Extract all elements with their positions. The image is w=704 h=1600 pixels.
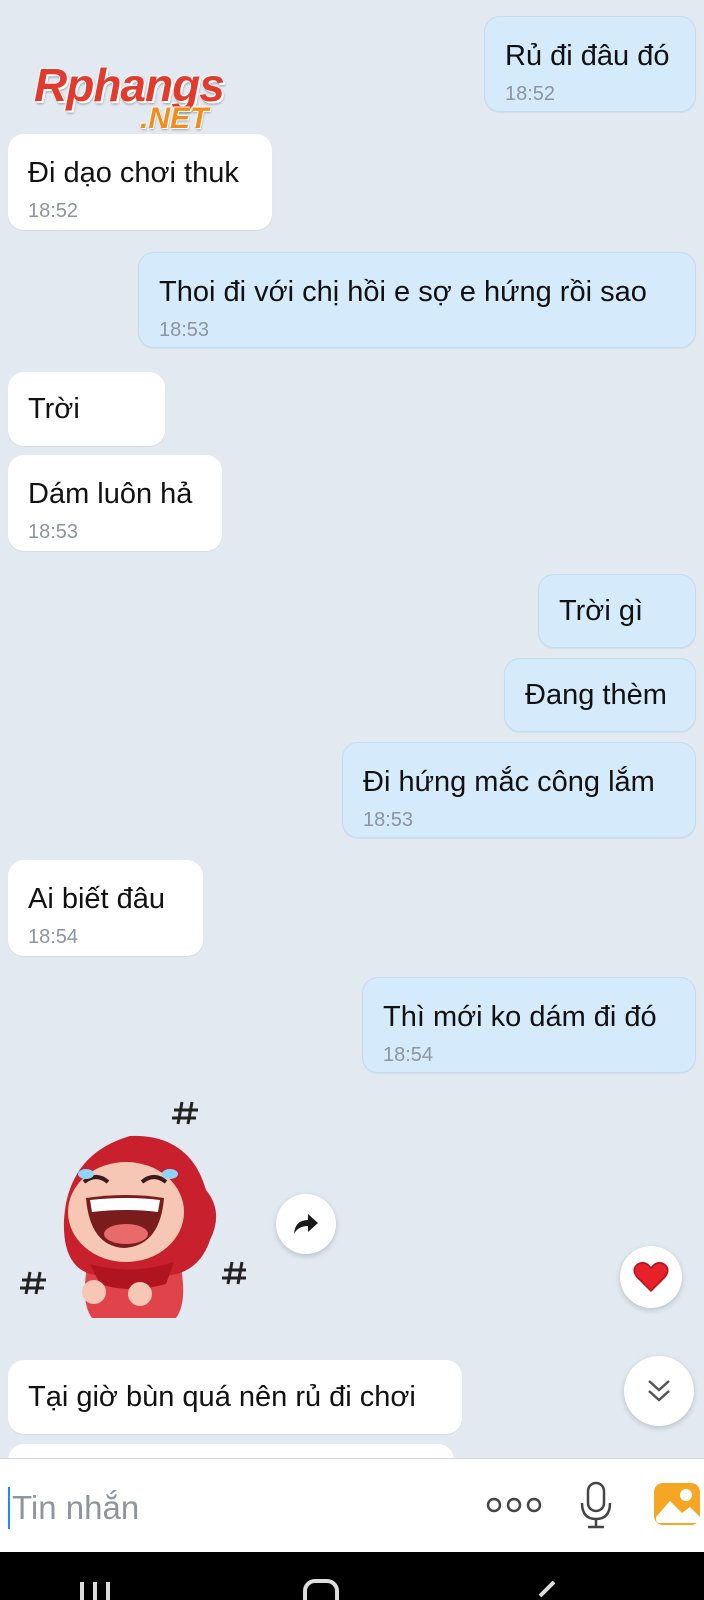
- back-chevron-icon: [538, 1580, 556, 1598]
- message-time: 18:54: [383, 1044, 434, 1066]
- more-dots-icon: [486, 1497, 542, 1513]
- forward-share-button[interactable]: [276, 1194, 336, 1254]
- message-text: Rủ đi đâu đó: [505, 40, 670, 72]
- logo-suffix-text: .NET: [140, 102, 209, 135]
- laughing-sticker[interactable]: [10, 1080, 250, 1320]
- message-text: Đang thèm: [525, 679, 667, 711]
- image-gallery-icon: [654, 1483, 700, 1525]
- forward-arrow-icon: [294, 1214, 318, 1234]
- message-time: 18:54: [28, 926, 79, 948]
- message-text: Đi dạo chơi thuk: [28, 157, 239, 189]
- message-text: Trời gì: [559, 595, 643, 627]
- message-text: Tại giờ bùn quá nên rủ đi chơi: [28, 1381, 416, 1413]
- message-bubble-sent[interactable]: Đang thèm: [504, 658, 696, 732]
- message-time: 18:52: [28, 200, 79, 222]
- message-bubble-sent[interactable]: Đi hứng mắc công lắm 18:53: [342, 742, 696, 838]
- home-icon: [303, 1579, 339, 1600]
- scroll-to-bottom-button[interactable]: [624, 1356, 694, 1426]
- home-button[interactable]: [302, 1578, 340, 1600]
- back-button[interactable]: [532, 1578, 562, 1600]
- more-options-button[interactable]: [486, 1493, 542, 1517]
- message-time: 18:53: [28, 521, 79, 543]
- message-time: 18:53: [159, 319, 210, 341]
- text-cursor: [8, 1487, 10, 1529]
- voice-record-button[interactable]: [576, 1481, 616, 1531]
- message-time: 18:52: [505, 83, 556, 105]
- send-photo-button[interactable]: [652, 1479, 702, 1529]
- message-text: Trời: [28, 393, 80, 425]
- message-bubble-received[interactable]: Đi dạo chơi thuk 18:52: [8, 134, 272, 230]
- message-text: Đi hứng mắc công lắm: [363, 766, 655, 798]
- react-heart-button[interactable]: [620, 1246, 682, 1308]
- heart-icon: [633, 1261, 669, 1293]
- message-text: Ai biết đâu: [28, 883, 166, 915]
- sticker-image: [20, 1101, 246, 1318]
- message-bubble-received[interactable]: Trời: [8, 372, 165, 446]
- message-bubble-sent[interactable]: Rủ đi đâu đó 18:52: [484, 16, 696, 112]
- double-chevron-down-icon: [648, 1380, 670, 1402]
- message-composer: Tin nhắn: [0, 1458, 704, 1553]
- message-bubble-sent[interactable]: Thì mới ko dám đi đó 18:54: [362, 977, 696, 1073]
- message-bubble-received[interactable]: Dám luôn hả 18:53: [8, 455, 222, 551]
- message-bubble-sent[interactable]: Thoi đi với chị hồi e sợ e hứng rồi sao …: [138, 252, 696, 348]
- message-bubble-sent[interactable]: Trời gì: [538, 574, 696, 648]
- message-bubble-received[interactable]: Ai biết đâu 18:54: [8, 860, 203, 956]
- message-text: Dám luôn hả: [28, 478, 193, 510]
- system-navigation-bar: [0, 1552, 704, 1600]
- recent-apps-button[interactable]: [78, 1582, 112, 1600]
- message-text: Thoi đi với chị hồi e sợ e hứng rồi sao: [159, 276, 647, 308]
- microphone-icon: [580, 1481, 612, 1529]
- recents-icon: [80, 1582, 110, 1600]
- message-text: Thì mới ko dám đi đó: [383, 1001, 657, 1033]
- message-time: 18:53: [363, 809, 414, 831]
- message-bubble-received[interactable]: Tại giờ bùn quá nên rủ đi chơi: [8, 1360, 462, 1434]
- message-input[interactable]: Tin nhắn: [12, 1489, 139, 1527]
- site-watermark-logo: Rphangs .NET: [34, 58, 254, 138]
